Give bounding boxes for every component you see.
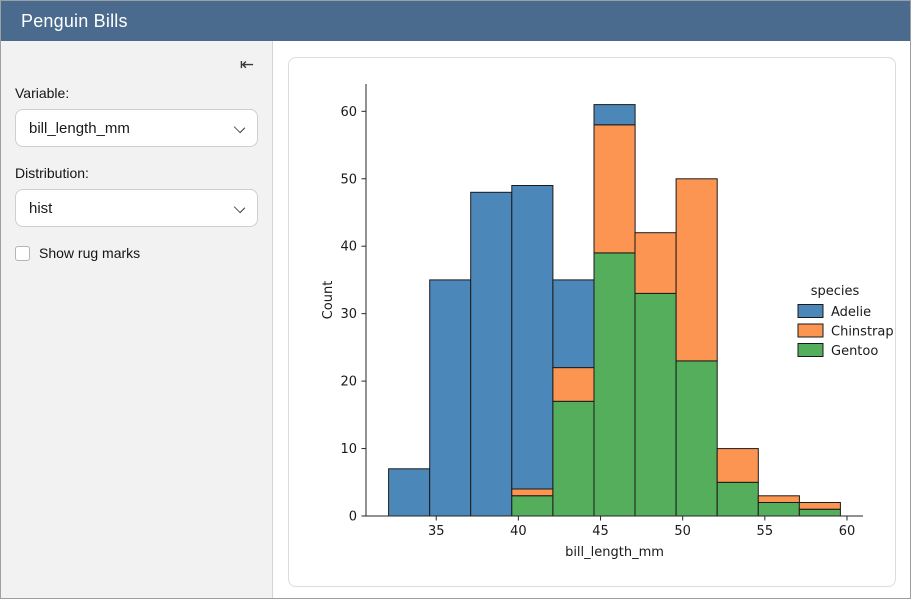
distribution-select[interactable]: hist [15, 189, 258, 227]
y-tick-label: 60 [340, 105, 357, 120]
y-tick-label: 30 [340, 307, 357, 322]
y-axis-label: Count [321, 281, 336, 320]
legend-title: species [811, 284, 860, 299]
y-tick-label: 50 [340, 172, 357, 187]
bar-segment-gentoo [553, 401, 594, 516]
bar-segment-chinstrap [512, 489, 553, 496]
bar-segment-gentoo [717, 482, 758, 516]
legend-label: Adelie [831, 305, 871, 320]
bar-segment-gentoo [676, 361, 717, 516]
legend-swatch-gentoo [798, 344, 823, 357]
variable-select-wrap: bill_length_mm [15, 109, 258, 147]
y-tick-label: 10 [340, 442, 357, 457]
x-tick-label: 55 [757, 524, 774, 539]
x-tick-label: 45 [592, 524, 609, 539]
rug-checkbox-row: Show rug marks [15, 245, 258, 261]
distribution-select-wrap: hist [15, 189, 258, 227]
bar-segment-adelie [430, 280, 471, 516]
variable-select[interactable]: bill_length_mm [15, 109, 258, 147]
page-title: Penguin Bills [21, 11, 128, 32]
show-rug-checkbox[interactable] [15, 246, 30, 261]
bar-segment-adelie [471, 192, 512, 516]
sidebar: ⇤ Variable: bill_length_mm Distribution:… [1, 41, 273, 598]
bar-segment-adelie [553, 280, 594, 368]
sidebar-collapse-row: ⇤ [15, 53, 258, 77]
histogram-plot: 35 40 45 50 55 60 0 10 20 30 40 50 60 bill_length_mm C… [289, 58, 895, 586]
bar-segment-gentoo [758, 503, 799, 517]
bar-segment-gentoo [799, 509, 840, 516]
x-tick-label: 50 [674, 524, 691, 539]
bar-segment-chinstrap [758, 496, 799, 503]
show-rug-label: Show rug marks [39, 245, 140, 261]
bar-segment-chinstrap [594, 125, 635, 253]
app-window: Penguin Bills ⇤ Variable: bill_length_mm… [0, 0, 911, 599]
bar-segment-chinstrap [553, 368, 594, 402]
y-tick-label: 0 [349, 510, 357, 525]
bar-segment-gentoo [635, 293, 676, 516]
x-tick-label: 60 [839, 524, 856, 539]
app-header: Penguin Bills [1, 1, 910, 41]
y-tick-label: 20 [340, 375, 357, 390]
bar-segment-adelie [512, 186, 553, 490]
bar-segment-chinstrap [717, 449, 758, 483]
legend-label: Gentoo [831, 344, 878, 359]
legend-swatch-adelie [798, 305, 823, 318]
bar-segment-gentoo [594, 253, 635, 516]
plot-card: 35 40 45 50 55 60 0 10 20 30 40 50 60 bill_length_mm C… [288, 57, 896, 587]
legend-label: Chinstrap [831, 325, 894, 340]
sidebar-collapse-icon[interactable]: ⇤ [236, 53, 258, 77]
bar-segment-chinstrap [635, 233, 676, 294]
main-panel: 35 40 45 50 55 60 0 10 20 30 40 50 60 bill_length_mm C… [273, 41, 910, 598]
variable-label: Variable: [15, 85, 258, 101]
x-axis-label: bill_length_mm [565, 545, 664, 560]
x-tick-label: 40 [510, 524, 527, 539]
y-tick-label: 40 [340, 240, 357, 255]
bar-segment-adelie [594, 105, 635, 125]
bar-segment-chinstrap [676, 179, 717, 361]
legend-swatch-chinstrap [798, 324, 823, 337]
bar-segment-gentoo [512, 496, 553, 516]
bar-segment-chinstrap [799, 503, 840, 510]
x-tick-label: 35 [428, 524, 445, 539]
bar-segment-adelie [389, 469, 430, 516]
distribution-label: Distribution: [15, 165, 258, 181]
content-area: ⇤ Variable: bill_length_mm Distribution:… [1, 41, 910, 598]
